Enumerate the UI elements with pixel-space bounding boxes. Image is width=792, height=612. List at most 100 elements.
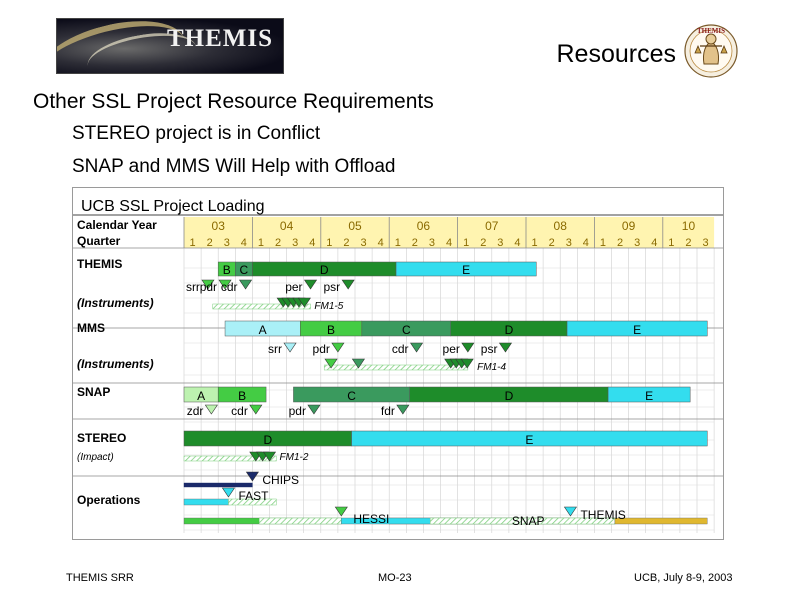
footer-right: UCB, July 8-9, 2003 <box>634 572 733 584</box>
year-label: 03 <box>212 219 226 233</box>
quarter-label: 2 <box>685 237 691 249</box>
slide-title: Resources <box>556 40 677 68</box>
milestone-marker <box>396 404 410 415</box>
quarter-label: 4 <box>241 237 247 249</box>
quarter-label: 1 <box>668 237 674 249</box>
ops-hatch <box>258 517 342 525</box>
row-sublabel: (Impact) <box>77 452 114 463</box>
ops-bar <box>614 517 708 525</box>
milestone-label: psr <box>481 342 498 356</box>
bullet-stereo-conflict: STEREO project is in Conflict <box>72 123 321 144</box>
quarter-label: 1 <box>258 237 264 249</box>
milestone-marker <box>303 279 318 290</box>
ops-label: HESSI <box>353 512 389 526</box>
quarter-header: Quarter <box>77 234 121 248</box>
milestone-label: per <box>443 342 460 356</box>
phase-label: C <box>347 389 356 403</box>
phase-label: B <box>238 389 246 403</box>
milestone-marker <box>461 342 475 353</box>
quarter-label: 3 <box>497 237 503 249</box>
milestone-note: FM1-2 <box>280 452 309 463</box>
milestone-marker <box>498 342 513 353</box>
ops-label: SNAP <box>512 514 545 528</box>
hatched-bar <box>212 303 311 310</box>
quarter-label: 2 <box>343 237 349 249</box>
milestone-label: cdr <box>231 404 248 418</box>
year-label: 06 <box>417 219 431 233</box>
milestone-label: srr <box>268 342 282 356</box>
calendar-year-header: Calendar Year <box>77 218 157 232</box>
phase-label: D <box>320 263 329 277</box>
milestone-note: FM1-4 <box>477 362 506 373</box>
quarter-label: 4 <box>514 237 520 249</box>
milestone-label: pdr <box>200 280 217 294</box>
row-label: MMS <box>77 321 105 335</box>
milestone-marker <box>283 342 297 353</box>
quarter-label: 1 <box>189 237 195 249</box>
quarter-label: 4 <box>378 237 384 249</box>
quarter-label: 3 <box>566 237 572 249</box>
quarter-label: 3 <box>360 237 366 249</box>
quarter-label: 3 <box>292 237 298 249</box>
year-label: 08 <box>554 219 568 233</box>
phase-label: A <box>197 389 205 403</box>
milestone-label: zdr <box>187 404 204 418</box>
row-label: (Instruments) <box>77 296 154 310</box>
milestone-label: psr <box>323 280 340 294</box>
row-label: THEMIS <box>77 257 122 271</box>
row-label: STEREO <box>77 431 126 445</box>
quarter-label: 2 <box>480 237 486 249</box>
ops-bar <box>183 482 253 488</box>
footer-left: THEMIS SRR <box>66 572 134 584</box>
milestone-marker <box>341 279 355 290</box>
milestone-marker <box>249 404 263 415</box>
ops-marker <box>245 471 259 482</box>
phase-label: D <box>505 323 514 337</box>
quarter-label: 4 <box>583 237 589 249</box>
chart-title: UCB SSL Project Loading <box>81 198 265 215</box>
milestone-label: fdr <box>381 404 395 418</box>
quarter-label: 1 <box>395 237 401 249</box>
phase-label: B <box>327 323 335 337</box>
row-label: SNAP <box>77 385 110 399</box>
phase-label: E <box>525 433 533 447</box>
quarter-label: 2 <box>207 237 213 249</box>
year-label: 10 <box>682 219 696 233</box>
ops-label: FAST <box>238 489 269 503</box>
milestone-marker <box>409 342 424 353</box>
quarter-label: 3 <box>634 237 640 249</box>
row-label: Operations <box>77 493 141 507</box>
svg-text:THEMIS: THEMIS <box>697 27 725 35</box>
year-label: 07 <box>485 219 499 233</box>
phase-label: D <box>505 389 514 403</box>
ops-label: CHIPS <box>262 473 299 487</box>
milestone-marker <box>307 404 321 415</box>
quarter-label: 4 <box>651 237 657 249</box>
phase-label: D <box>263 433 272 447</box>
quarter-label: 1 <box>326 237 332 249</box>
ops-marker <box>334 506 348 517</box>
milestone-label: pdr <box>289 404 306 418</box>
milestone-label: srr <box>186 280 200 294</box>
ops-bar <box>183 498 229 506</box>
milestone-label: cdr <box>392 342 409 356</box>
quarter-label: 2 <box>412 237 418 249</box>
quarter-label: 3 <box>702 237 708 249</box>
phase-label: E <box>462 263 470 277</box>
milestone-label: pdr <box>313 342 330 356</box>
logo-text: THEMIS <box>167 25 274 52</box>
quarter-label: 3 <box>224 237 230 249</box>
themis-badge-icon: THEMIS <box>684 24 738 78</box>
milestone-marker <box>238 279 253 290</box>
phase-label: E <box>633 323 641 337</box>
themis-logo: THEMIS <box>56 18 284 74</box>
quarter-label: 3 <box>429 237 435 249</box>
quarter-label: 4 <box>309 237 315 249</box>
project-loading-chart: UCB SSL Project Loading Calendar Year Quar… <box>72 187 724 540</box>
quarter-label: 1 <box>600 237 606 249</box>
phase-label: A <box>259 323 267 337</box>
phase-label: C <box>402 323 411 337</box>
milestone-marker <box>331 342 345 353</box>
phase-label: C <box>240 263 249 277</box>
quarter-label: 1 <box>531 237 537 249</box>
